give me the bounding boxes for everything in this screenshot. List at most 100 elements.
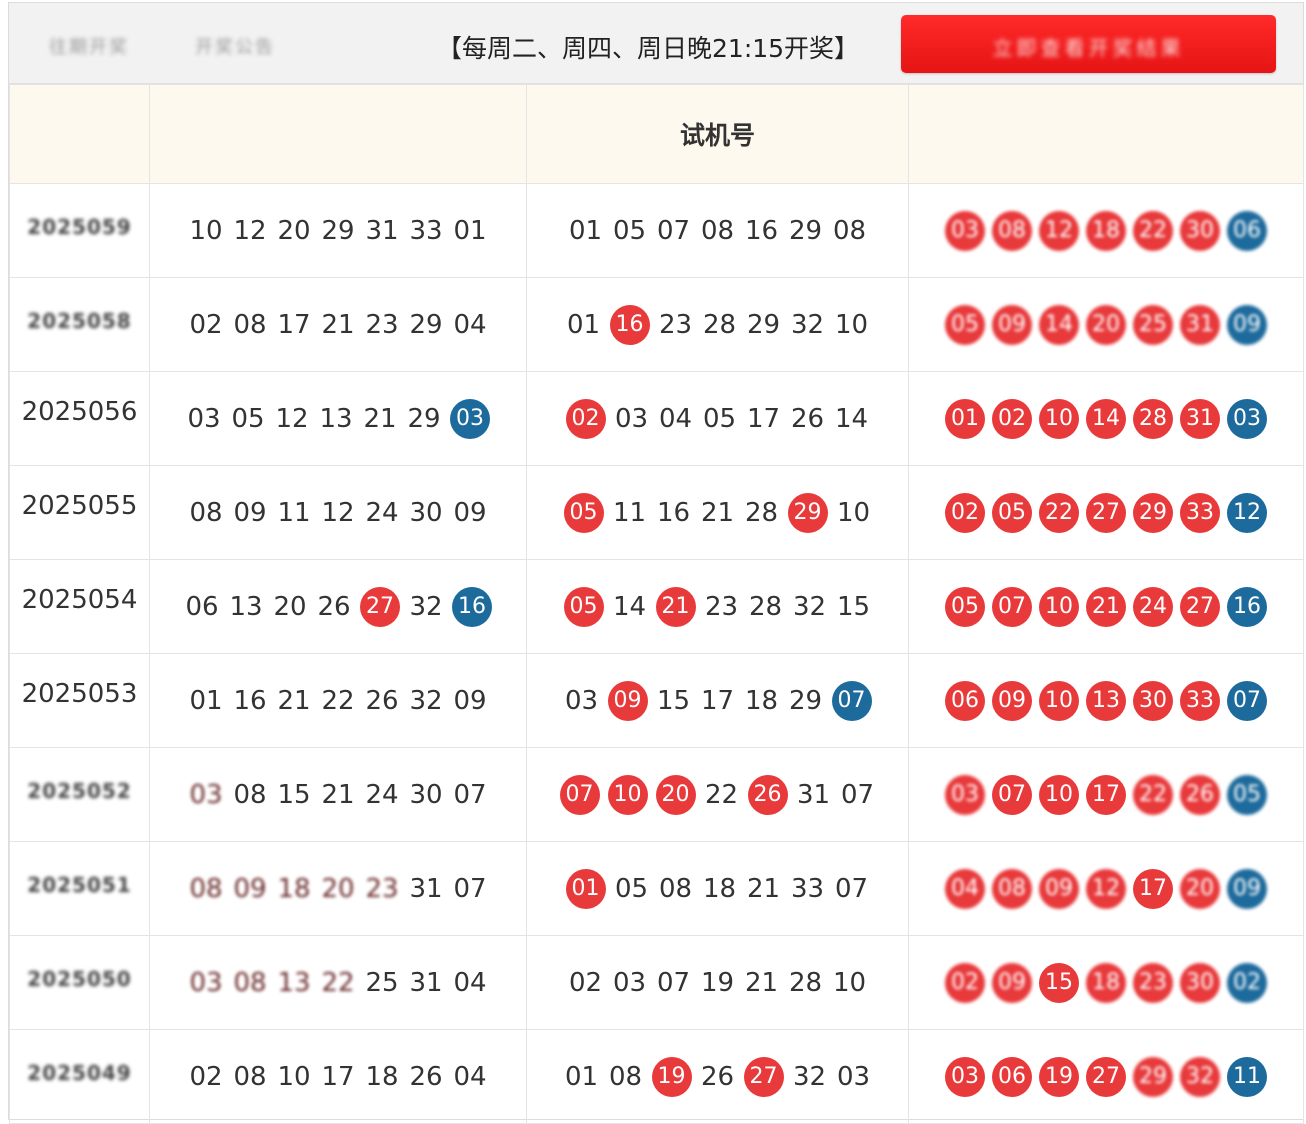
draw-number: 23 bbox=[365, 309, 399, 340]
red-ball-number: 10 bbox=[1039, 774, 1079, 815]
blue-ball-number: 16 bbox=[452, 586, 492, 627]
test-number: 15 bbox=[836, 591, 871, 622]
top-bar: 往期开奖 开奖公告 【每周二、周四、周日晚21:15开奖】 立即查看开奖结果 bbox=[9, 3, 1303, 84]
draw-number: 08 bbox=[189, 873, 223, 904]
draw-number: 12 bbox=[275, 403, 309, 434]
red-ball-number: 32 bbox=[1180, 1056, 1220, 1097]
draw-number: 08 bbox=[233, 309, 267, 340]
pred-number-list: 05 07 10 21 24 27 16 bbox=[942, 586, 1271, 627]
test-number-list: 02 03 07 19 21 28 10 bbox=[564, 968, 872, 998]
test-number-list: 01 16 23 28 29 32 10 bbox=[562, 304, 874, 345]
red-ball-number: 21 bbox=[655, 586, 696, 627]
red-ball-number: 17 bbox=[1086, 774, 1126, 815]
issue-cell: 2025059 bbox=[9, 183, 150, 278]
draw-number: 30 bbox=[409, 779, 443, 810]
draw-number: 12 bbox=[321, 497, 355, 528]
test-number-list: 05 14 21 23 28 32 15 bbox=[560, 586, 876, 627]
red-ball-number: 06 bbox=[992, 1056, 1032, 1097]
table-body: 2025059 10 12 20 29 31 33 01 01 05 07 08 16 29 08 03 08 1… bbox=[9, 183, 1304, 1124]
draw-number-list: 10 12 20 29 31 33 01 bbox=[184, 216, 492, 246]
red-ball-number: 28 bbox=[1133, 398, 1173, 439]
red-ball-number: 04 bbox=[945, 868, 985, 909]
test-number: 17 bbox=[700, 685, 735, 716]
draw-number: 09 bbox=[233, 873, 267, 904]
issue-cell: 2025049 bbox=[9, 1029, 150, 1124]
red-ball-number: 27 bbox=[1086, 492, 1126, 533]
red-ball-number: 18 bbox=[1086, 962, 1126, 1003]
test-numbers-cell: 03 09 15 17 18 29 07 bbox=[526, 653, 909, 748]
predicted-numbers-cell: 02 05 22 27 29 33 12 bbox=[908, 465, 1304, 560]
table-row: 2025052 03 08 15 21 24 30 07 07 10 20 22 26 31 07 03 07 1… bbox=[9, 747, 1304, 842]
test-number: 29 bbox=[788, 215, 823, 246]
red-ball-number: 29 bbox=[1133, 492, 1173, 533]
draw-number: 32 bbox=[409, 591, 443, 622]
test-number: 28 bbox=[788, 967, 823, 998]
pred-number-list: 03 08 12 18 22 30 06 bbox=[942, 210, 1271, 251]
draw-numbers-cell: 08 09 11 12 24 30 09 bbox=[149, 465, 527, 560]
draw-number: 09 bbox=[233, 497, 267, 528]
draw-number: 31 bbox=[409, 873, 443, 904]
draw-number: 31 bbox=[365, 215, 399, 246]
red-ball-number: 02 bbox=[992, 398, 1032, 439]
test-number: 32 bbox=[792, 591, 827, 622]
test-numbers-cell: 07 10 20 22 26 31 07 bbox=[526, 747, 909, 842]
red-ball-number: 13 bbox=[1086, 680, 1126, 721]
draw-number: 07 bbox=[453, 779, 487, 810]
draw-number: 33 bbox=[409, 215, 443, 246]
table-row: 2025050 03 08 13 22 25 31 04 02 03 07 19 21 28 10 02 09 1… bbox=[9, 935, 1304, 1030]
test-numbers-cell: 01 08 19 26 27 32 03 bbox=[526, 1029, 909, 1124]
test-number: 26 bbox=[700, 1061, 735, 1092]
red-ball-number: 26 bbox=[747, 774, 788, 815]
draw-number: 30 bbox=[409, 497, 443, 528]
draw-number: 18 bbox=[277, 873, 311, 904]
test-number: 03 bbox=[614, 403, 649, 434]
draw-number: 13 bbox=[229, 591, 263, 622]
table-row: 2025059 10 12 20 29 31 33 01 01 05 07 08 16 29 08 03 08 1… bbox=[9, 183, 1304, 278]
test-number: 08 bbox=[608, 1061, 643, 1092]
draw-number: 21 bbox=[321, 779, 355, 810]
red-ball-number: 19 bbox=[1039, 1056, 1079, 1097]
pred-number-list: 02 09 15 18 23 30 02 bbox=[942, 962, 1271, 1003]
red-ball-number: 23 bbox=[1133, 962, 1173, 1003]
draw-number: 20 bbox=[321, 873, 355, 904]
draw-number: 21 bbox=[321, 309, 355, 340]
test-number: 08 bbox=[832, 215, 867, 246]
red-ball-number: 29 bbox=[787, 492, 828, 533]
draw-number: 16 bbox=[233, 685, 267, 716]
red-ball-number: 08 bbox=[992, 210, 1032, 251]
header-issue bbox=[9, 84, 150, 184]
test-number: 08 bbox=[700, 215, 735, 246]
issue-number: 2025051 bbox=[27, 872, 132, 897]
blue-ball-number: 03 bbox=[450, 398, 490, 439]
red-ball-number: 05 bbox=[945, 304, 985, 345]
draw-number: 05 bbox=[231, 403, 265, 434]
table-row: 2025053 01 16 21 22 26 32 09 03 09 15 17 18 29 07 06 09 1… bbox=[9, 653, 1304, 748]
view-results-button[interactable]: 立即查看开奖结果 bbox=[901, 15, 1276, 73]
draw-number: 26 bbox=[365, 685, 399, 716]
test-number: 02 bbox=[568, 967, 603, 998]
draw-number: 08 bbox=[189, 497, 223, 528]
table-row: 2025058 02 08 17 21 23 29 04 01 16 23 28 29 32 10 05 09 1… bbox=[9, 277, 1304, 372]
red-ball-number: 27 bbox=[1086, 1056, 1126, 1097]
header-predicted-numbers bbox=[908, 84, 1304, 184]
header-test-numbers: 试机号 bbox=[526, 84, 909, 184]
test-number: 22 bbox=[704, 779, 739, 810]
red-ball-number: 27 bbox=[743, 1056, 784, 1097]
predicted-numbers-cell: 02 09 15 18 23 30 02 bbox=[908, 935, 1304, 1030]
red-ball-number: 20 bbox=[1086, 304, 1126, 345]
test-number: 07 bbox=[656, 215, 691, 246]
red-ball-number: 10 bbox=[1039, 586, 1079, 627]
announcement-tab-link[interactable]: 开奖公告 bbox=[195, 33, 275, 58]
issue-number: 2025053 bbox=[21, 678, 138, 709]
history-tab-link[interactable]: 往期开奖 bbox=[49, 33, 129, 58]
test-number: 19 bbox=[700, 967, 735, 998]
issue-cell: 2025053 bbox=[9, 653, 150, 748]
test-number: 07 bbox=[834, 873, 869, 904]
test-number-list: 02 03 04 05 17 26 14 bbox=[562, 398, 874, 439]
header-draw-numbers bbox=[149, 84, 527, 184]
test-numbers-cell: 02 03 04 05 17 26 14 bbox=[526, 371, 909, 466]
predicted-numbers-cell: 03 06 19 27 29 32 11 bbox=[908, 1029, 1304, 1124]
draw-number-list: 02 08 17 21 23 29 04 bbox=[184, 310, 492, 340]
test-number: 28 bbox=[744, 497, 779, 528]
draw-number: 06 bbox=[185, 591, 219, 622]
